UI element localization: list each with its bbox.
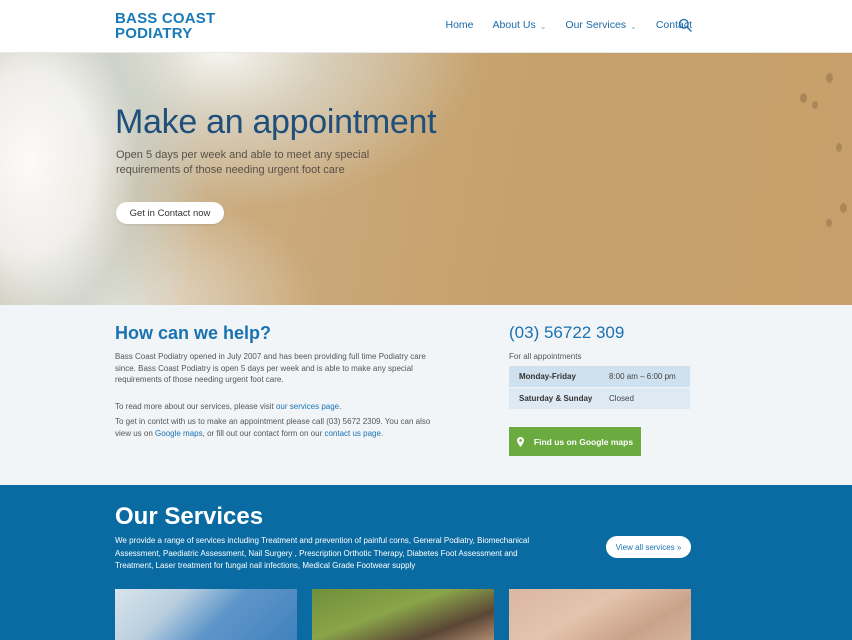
footprint-mark	[800, 93, 807, 103]
logo[interactable]: BASS COAST PODIATRY	[115, 11, 215, 41]
logo-line-1: BASS COAST	[115, 10, 216, 27]
help-services-text: To read more about our services, please …	[115, 401, 440, 413]
contact-us-link[interactable]: contact us page	[324, 429, 380, 438]
hours-row: Monday-Friday 8:00 am – 6:00 pm	[509, 366, 690, 387]
hero-banner: Make an appointment Open 5 days per week…	[0, 53, 852, 305]
hours-time: Closed	[609, 394, 634, 403]
footprint-mark	[836, 143, 842, 152]
hero-title: Make an appointment	[115, 103, 437, 141]
opening-hours-table: Monday-Friday 8:00 am – 6:00 pm Saturday…	[509, 366, 690, 409]
view-all-services-button[interactable]: View all services »	[606, 536, 691, 558]
help-title: How can we help?	[115, 323, 272, 343]
chevron-down-icon: ⌄	[539, 21, 547, 31]
help-section: How can we help? Bass Coast Podiatry ope…	[0, 305, 852, 485]
hours-day: Monday-Friday	[519, 372, 576, 381]
services-page-link[interactable]: our services page	[276, 402, 339, 411]
phone-number[interactable]: (03) 56722 309	[509, 323, 624, 343]
service-image-podiatrist[interactable]	[115, 589, 297, 640]
text: , or fill out our contact form on our	[202, 428, 325, 438]
hours-row: Saturday & Sunday Closed	[509, 388, 690, 409]
google-maps-link[interactable]: Google maps	[155, 429, 203, 438]
footprint-mark	[812, 101, 818, 109]
service-image-foot[interactable]	[509, 589, 691, 640]
search-icon[interactable]	[678, 18, 692, 32]
text: To read more about our services, please …	[115, 402, 276, 411]
text: .	[339, 402, 342, 411]
footprint-mark	[826, 219, 832, 227]
services-description: We provide a range of services including…	[115, 536, 530, 570]
service-image-running-shoes[interactable]	[312, 589, 494, 640]
site-header: BASS COAST PODIATRY Home About Us ⌄ Our …	[0, 0, 852, 53]
google-maps-button-label: Find us on Google maps	[533, 436, 634, 447]
logo-line-2: PODIATRY	[115, 25, 193, 42]
help-contact-text: To get in contct with us to make an appo…	[115, 416, 440, 439]
hours-time: 8:00 am – 6:00 pm	[609, 372, 676, 381]
hero-subtitle: Open 5 days per week and able to meet an…	[116, 149, 370, 176]
text: .	[380, 428, 384, 438]
map-pin-icon	[516, 436, 524, 447]
nav-services-label: Our Services	[565, 19, 627, 31]
appointments-label: For all appointments	[509, 352, 582, 361]
nav-home-label: Home	[445, 19, 474, 31]
services-title: Our Services	[115, 503, 264, 530]
get-in-contact-button[interactable]: Get in Contact now	[116, 202, 224, 224]
help-intro-text: Bass Coast Podiatry opened in July 2007 …	[115, 352, 426, 384]
footprint-mark	[840, 203, 847, 213]
nav-about-us[interactable]: About Us ⌄	[493, 19, 547, 31]
nav-home[interactable]: Home	[446, 19, 474, 31]
services-section: Our Services We provide a range of servi…	[0, 485, 852, 640]
chevron-down-icon: ⌄	[630, 21, 637, 31]
google-maps-button[interactable]: Find us on Google maps	[509, 427, 641, 456]
footprint-mark	[826, 73, 833, 83]
hours-day: Saturday & Sunday	[519, 394, 593, 403]
nav-about-label: About Us	[492, 19, 536, 31]
main-nav: Home About Us ⌄ Our Services ⌄ Contact	[427, 19, 693, 31]
nav-our-services[interactable]: Our Services ⌄	[565, 19, 636, 31]
